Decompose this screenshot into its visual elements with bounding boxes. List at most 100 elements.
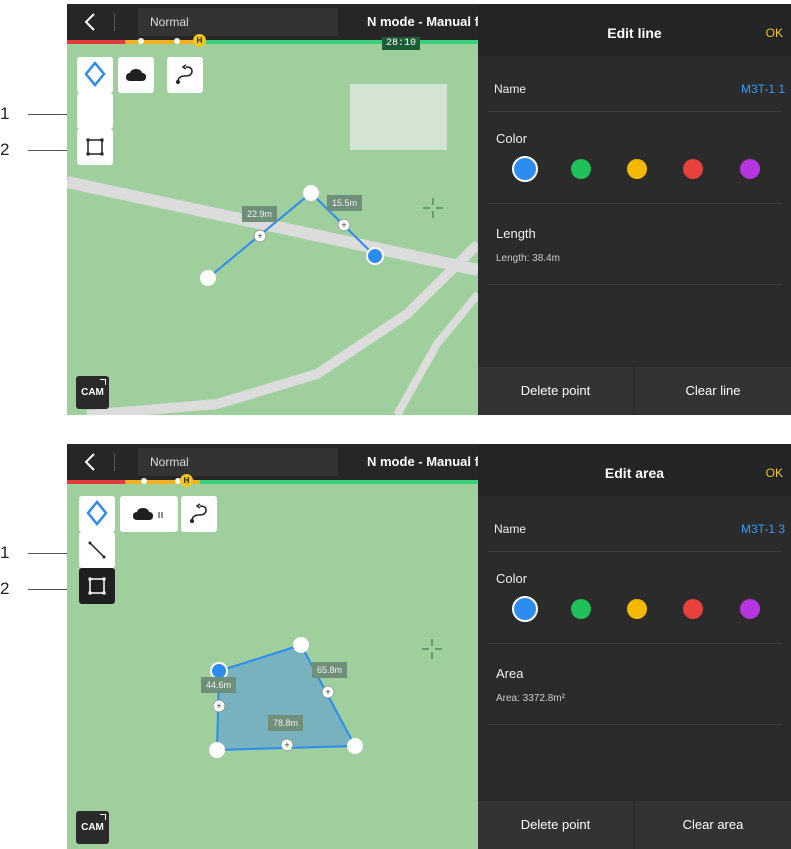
progress-marker: [138, 38, 144, 44]
color-swatch-yellow[interactable]: [627, 599, 647, 619]
color-swatch-purple[interactable]: [740, 159, 760, 179]
length-value: Length: 38.4m: [496, 253, 560, 264]
name-label: Name: [494, 82, 527, 96]
color-swatch-green[interactable]: [571, 159, 591, 179]
area-draw-icon: [88, 577, 106, 595]
segment-length-label: 15.5m: [327, 195, 363, 211]
line-tool-button[interactable]: [79, 532, 115, 568]
name-value[interactable]: M3T-1 1: [741, 82, 785, 96]
color-label: Color: [496, 131, 528, 146]
svg-text:+: +: [257, 231, 262, 241]
color-swatch-blue[interactable]: [512, 156, 538, 182]
callout-1: 1: [0, 543, 10, 562]
color-label: Color: [496, 571, 528, 586]
line-draw-icon: [88, 541, 106, 559]
line-vertex: [303, 185, 319, 201]
svg-text:+: +: [341, 220, 346, 230]
divider: [114, 13, 115, 31]
flight-status: N mode - Manual fli: [367, 454, 487, 469]
divider: [114, 453, 115, 471]
area-vertex: [209, 742, 225, 758]
area-tool-button[interactable]: [79, 568, 115, 604]
callout-1: 1: [0, 104, 10, 123]
divider: [488, 551, 781, 552]
back-icon[interactable]: [81, 11, 101, 33]
flight-mode-label: Normal: [150, 455, 189, 469]
home-point-icon: H: [193, 34, 206, 47]
expand-corner-icon: [100, 379, 106, 385]
segment-length-label: 22.9m: [242, 206, 278, 222]
area-draw-icon: [86, 138, 104, 156]
panel-title: Edit line: [607, 25, 662, 41]
segment-length-label: 44.6m: [201, 677, 237, 693]
color-swatch-purple[interactable]: [740, 599, 760, 619]
camera-label: CAM: [81, 822, 104, 833]
svg-text:+: +: [325, 687, 330, 697]
flight-mode-label: Normal: [150, 15, 189, 29]
divider: [488, 284, 781, 285]
delete-point-button[interactable]: Delete point: [478, 801, 634, 849]
area-label: Area: [496, 666, 524, 681]
color-swatch-green[interactable]: [571, 599, 591, 619]
name-value[interactable]: M3T-1 3: [741, 522, 785, 536]
color-swatch-red[interactable]: [683, 159, 703, 179]
divider: [488, 724, 781, 725]
color-swatch-red[interactable]: [683, 599, 703, 619]
color-swatch-blue[interactable]: [512, 596, 538, 622]
waypoint-tool-button[interactable]: [79, 496, 115, 532]
flight-status: N mode - Manual fli: [367, 14, 487, 29]
route-icon: [176, 64, 193, 84]
svg-text:+: +: [216, 701, 221, 711]
cloud-icon: [126, 69, 146, 81]
area-tool-button[interactable]: [77, 129, 113, 165]
home-point-icon: H: [180, 474, 193, 487]
line-vertex: [200, 270, 216, 286]
map-building: [350, 84, 447, 150]
cloud-icon: [133, 508, 163, 520]
ok-button[interactable]: OK: [766, 466, 783, 480]
waypoint-diamond-icon: [86, 500, 108, 526]
delete-point-button[interactable]: Delete point: [478, 367, 634, 415]
cloud-tool-button[interactable]: [120, 496, 178, 532]
callout-2: 2: [0, 579, 10, 598]
area-edit-screen: + + + Normal N mode - Manual fli H 44.6m…: [67, 444, 791, 849]
camera-label: CAM: [81, 387, 104, 398]
divider: [488, 111, 781, 112]
line-draw-icon: [86, 102, 104, 120]
callout-2: 2: [0, 140, 10, 159]
battery-progress-bar: H: [67, 474, 478, 487]
line-edit-screen: + + Normal N mode - Manual fli H 28:10 2…: [67, 4, 791, 415]
expand-corner-icon: [100, 814, 106, 820]
svg-text:+: +: [284, 740, 289, 750]
color-swatch-yellow[interactable]: [627, 159, 647, 179]
clear-area-button[interactable]: Clear area: [635, 801, 791, 849]
line-vertex-selected: [366, 247, 384, 265]
camera-view-button[interactable]: CAM: [76, 376, 109, 409]
panel-title: Edit area: [604, 465, 665, 481]
route-tool-button[interactable]: [181, 496, 217, 532]
clear-line-button[interactable]: Clear line: [635, 367, 791, 415]
divider: [488, 203, 781, 204]
area-vertex: [347, 738, 363, 754]
progress-marker: [141, 478, 147, 484]
waypoint-diamond-icon: [84, 61, 106, 87]
length-label: Length: [496, 226, 536, 241]
edit-line-panel: Edit line OK Name M3T-1 1 Color Length L…: [478, 4, 791, 415]
flight-timer: 28:10: [382, 37, 420, 50]
ok-button[interactable]: OK: [766, 26, 783, 40]
route-icon: [190, 503, 207, 523]
edit-area-panel: Edit area OK Name M3T-1 3 Color Area Are…: [478, 444, 791, 849]
line-tool-button[interactable]: [77, 93, 113, 129]
route-tool-button[interactable]: [167, 57, 203, 93]
name-label: Name: [494, 522, 527, 536]
area-value: Area: 3372.8m²: [496, 693, 565, 704]
area-vertex: [293, 637, 309, 653]
waypoint-tool-button[interactable]: [77, 57, 113, 93]
back-icon[interactable]: [81, 451, 101, 473]
segment-length-label: 78.8m: [268, 715, 304, 731]
cloud-tool-button[interactable]: [118, 57, 154, 93]
divider: [488, 643, 781, 644]
camera-view-button[interactable]: CAM: [76, 811, 109, 844]
progress-marker: [174, 38, 180, 44]
segment-length-label: 65.8m: [312, 662, 348, 678]
